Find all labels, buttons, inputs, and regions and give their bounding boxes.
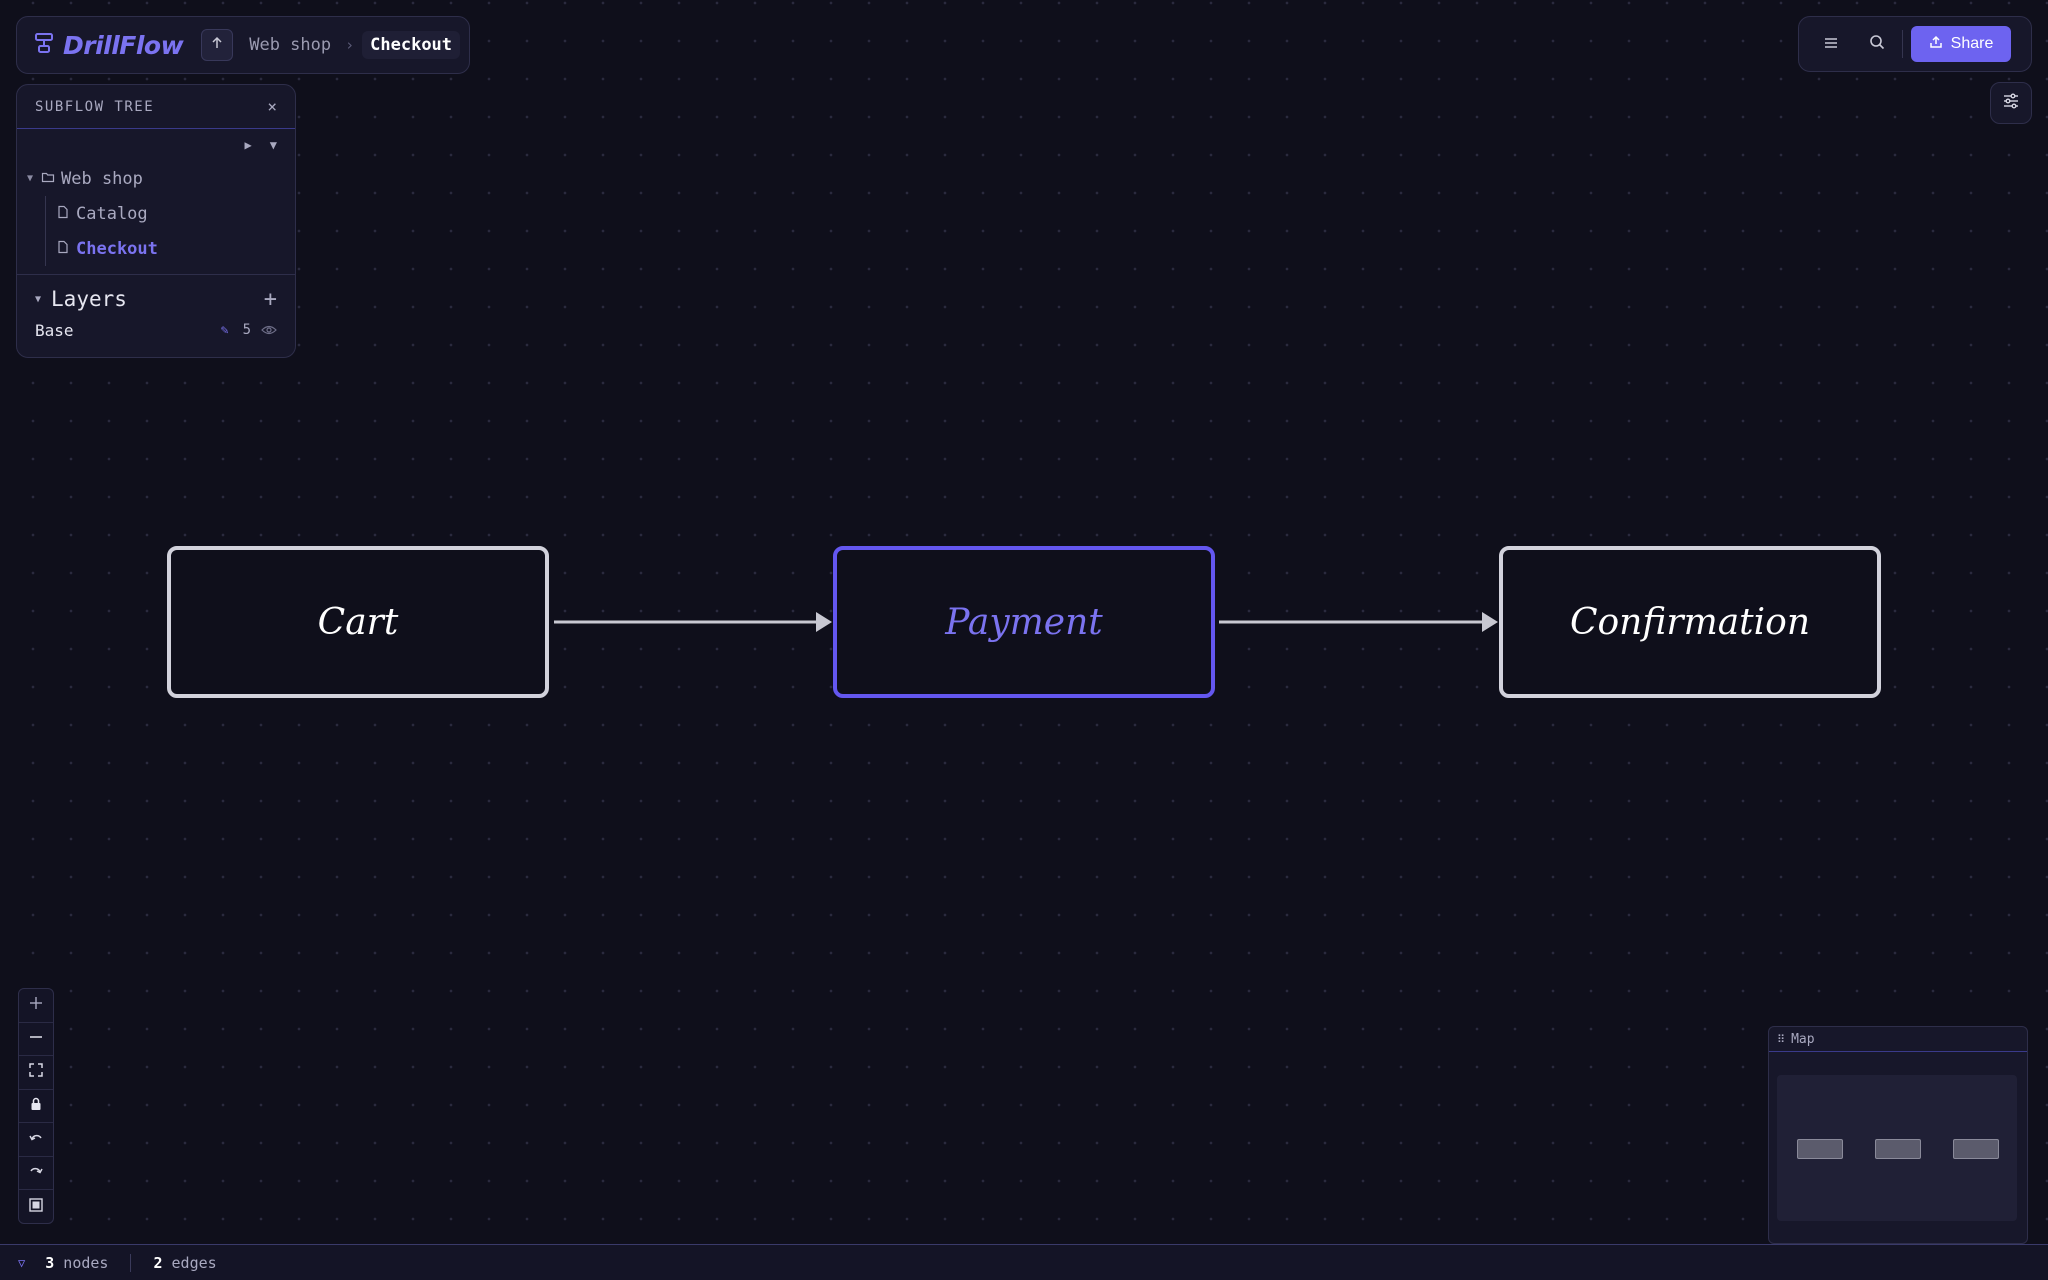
filter-icon[interactable]: ▽ bbox=[18, 1256, 25, 1270]
redo-icon bbox=[28, 1163, 44, 1183]
tree-item-label: Web shop bbox=[61, 168, 143, 189]
plus-icon bbox=[28, 995, 44, 1015]
expand-all-button[interactable]: ▶ bbox=[245, 138, 252, 152]
top-right-toolbar: Share bbox=[1798, 16, 2032, 72]
share-label: Share bbox=[1950, 35, 1994, 52]
minimap-node bbox=[1797, 1139, 1843, 1159]
undo-icon bbox=[28, 1130, 44, 1150]
sliders-icon bbox=[2002, 93, 2020, 113]
layers-section: ▼ Layers + Base ✎ 5 bbox=[17, 274, 295, 345]
minimap[interactable]: ⠿ Map bbox=[1768, 1026, 2028, 1244]
arrow-up-icon bbox=[209, 35, 225, 55]
caret-down-icon[interactable]: ▼ bbox=[27, 173, 41, 184]
breadcrumb-separator: › bbox=[345, 36, 355, 54]
breadcrumb-parent[interactable]: Web shop bbox=[249, 35, 331, 55]
pencil-icon[interactable]: ✎ bbox=[221, 323, 229, 338]
file-icon bbox=[56, 239, 76, 259]
collapse-all-button[interactable]: ▼ bbox=[270, 138, 277, 152]
tree-item-checkout[interactable]: Checkout bbox=[46, 231, 295, 266]
edge-payment-confirmation[interactable] bbox=[1219, 612, 1498, 632]
tree-item-web-shop[interactable]: ▼ Web shop bbox=[17, 161, 295, 196]
status-divider bbox=[130, 1253, 132, 1272]
minimap-viewport[interactable] bbox=[1777, 1075, 2017, 1221]
minus-icon bbox=[28, 1029, 44, 1049]
app-name: DrillFlow bbox=[63, 30, 184, 60]
fit-view-button[interactable] bbox=[19, 1056, 53, 1090]
layer-count: 5 bbox=[242, 322, 251, 338]
hamburger-icon bbox=[1823, 35, 1839, 54]
search-button[interactable] bbox=[1862, 29, 1892, 59]
menu-button[interactable] bbox=[1816, 29, 1846, 59]
file-icon bbox=[56, 204, 76, 224]
app-logo[interactable]: DrillFlow bbox=[33, 30, 184, 60]
redo-button[interactable] bbox=[19, 1157, 53, 1191]
top-bar: DrillFlow Web shop › Checkout bbox=[16, 16, 470, 74]
edge-count: 2 edges bbox=[153, 1254, 216, 1272]
minimap-header[interactable]: ⠿ Map bbox=[1769, 1027, 2027, 1052]
edge-count-value: 2 bbox=[153, 1253, 163, 1272]
tree-item-label: Checkout bbox=[76, 238, 158, 259]
navigate-up-button[interactable] bbox=[201, 29, 234, 61]
share-button[interactable]: Share bbox=[1911, 26, 2011, 62]
tree-children: Catalog Checkout bbox=[45, 196, 295, 266]
layers-header: ▼ Layers + bbox=[17, 283, 295, 315]
edge-cart-payment[interactable] bbox=[554, 612, 832, 632]
node-cart[interactable]: Cart bbox=[167, 546, 549, 698]
upload-icon bbox=[1929, 35, 1943, 54]
layer-row[interactable]: Base ✎ 5 bbox=[17, 315, 295, 345]
minimap-node bbox=[1953, 1139, 1999, 1159]
toggle-minimap-button[interactable] bbox=[19, 1190, 53, 1223]
layer-name: Base bbox=[35, 320, 74, 340]
zoom-out-button[interactable] bbox=[19, 1023, 53, 1057]
fit-view-icon bbox=[28, 1062, 44, 1082]
minimap-title: Map bbox=[1791, 1031, 1815, 1047]
node-payment[interactable]: Payment bbox=[833, 546, 1215, 698]
node-count: 3 nodes bbox=[45, 1254, 108, 1272]
subflow-tree-title: SUBFLOW TREE bbox=[35, 98, 155, 115]
breadcrumb-current[interactable]: Checkout bbox=[362, 31, 461, 59]
search-icon bbox=[1869, 34, 1885, 54]
caret-down-icon[interactable]: ▼ bbox=[35, 294, 41, 305]
edge-count-label: edges bbox=[171, 1253, 217, 1272]
folder-icon bbox=[41, 169, 61, 189]
settings-button[interactable] bbox=[1990, 82, 2032, 124]
node-count-value: 3 bbox=[45, 1253, 55, 1272]
subflow-tree-header: SUBFLOW TREE × bbox=[17, 85, 295, 129]
node-count-label: nodes bbox=[63, 1253, 109, 1272]
undo-button[interactable] bbox=[19, 1123, 53, 1157]
lock-button[interactable] bbox=[19, 1090, 53, 1124]
canvas-controls bbox=[18, 988, 54, 1224]
tree-item-catalog[interactable]: Catalog bbox=[46, 196, 295, 231]
minimap-node bbox=[1875, 1139, 1921, 1159]
drag-handle-icon[interactable]: ⠿ bbox=[1777, 1033, 1785, 1046]
layers-title: Layers bbox=[51, 287, 127, 311]
zoom-in-button[interactable] bbox=[19, 989, 53, 1023]
node-confirmation[interactable]: Confirmation bbox=[1499, 546, 1881, 698]
subflow-tree-panel: SUBFLOW TREE × ▶ ▼ ▼ Web shop Catalog Ch… bbox=[16, 84, 296, 358]
lock-icon bbox=[28, 1096, 44, 1116]
tree-controls: ▶ ▼ bbox=[17, 129, 295, 161]
add-layer-button[interactable]: + bbox=[264, 287, 277, 312]
minimap-icon bbox=[28, 1197, 44, 1217]
logo-icon bbox=[33, 32, 55, 58]
close-icon[interactable]: × bbox=[267, 97, 277, 116]
toolbar-divider bbox=[1902, 30, 1903, 58]
status-bar: ▽ 3 nodes 2 edges bbox=[0, 1244, 2048, 1280]
eye-icon[interactable] bbox=[261, 321, 277, 340]
tree-item-label: Catalog bbox=[76, 203, 148, 224]
